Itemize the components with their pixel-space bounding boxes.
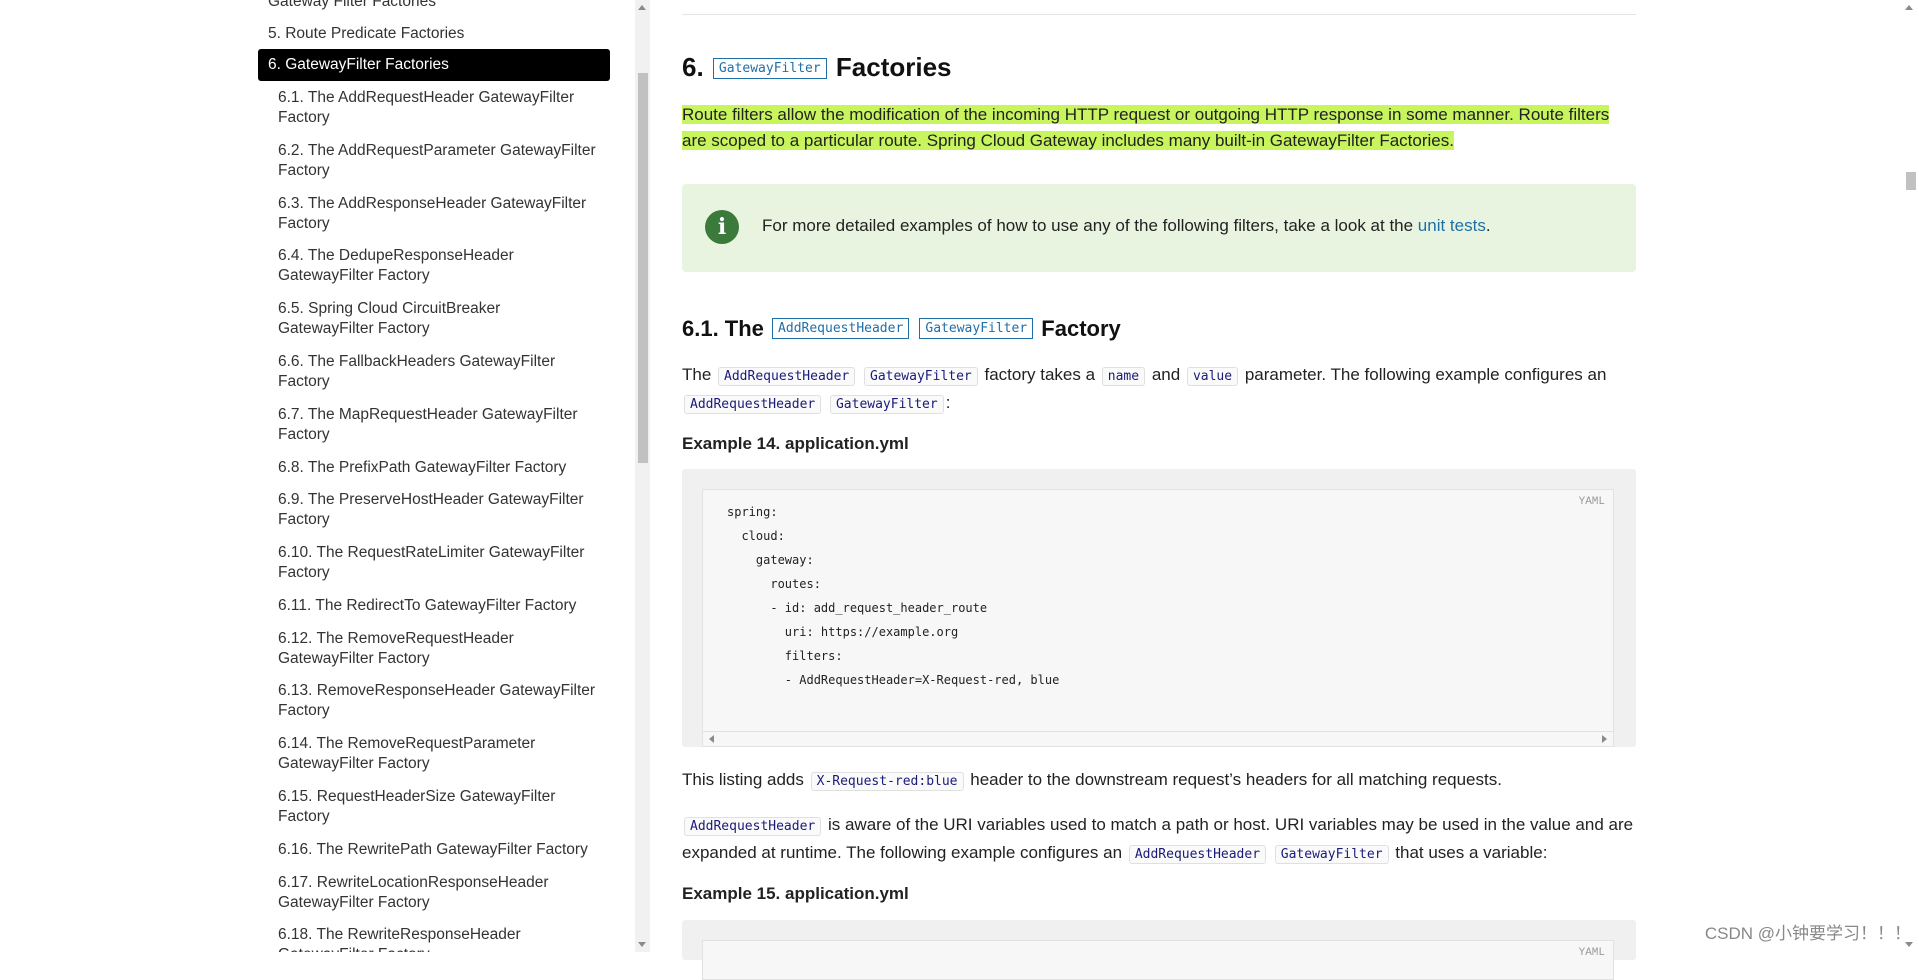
inline-code: GatewayFilter <box>919 318 1034 339</box>
toc-item[interactable]: 6.14. The RemoveRequestParameter Gateway… <box>278 734 600 774</box>
code-horizontal-scrollbar[interactable] <box>703 731 1613 746</box>
toc-item[interactable]: 6.11. The RedirectTo GatewayFilter Facto… <box>278 596 600 616</box>
toc-item[interactable]: 6.10. The RequestRateLimiter GatewayFilt… <box>278 543 600 583</box>
inline-code: value <box>1186 367 1239 386</box>
inline-code: GatewayFilter <box>864 367 978 386</box>
toc-item[interactable]: 6.2. The AddRequestParameter GatewayFilt… <box>278 141 600 181</box>
page-scrollbar-thumb[interactable] <box>1906 172 1916 190</box>
code-block: YAML <box>682 920 1636 980</box>
inline-code: AddRequestHeader <box>684 395 822 414</box>
toc-item[interactable]: 6.17. RewriteLocationResponseHeader Gate… <box>278 873 600 913</box>
inline-code: AddRequestHeader <box>1128 845 1267 864</box>
paragraph: This listing adds X-Request-red:blue hea… <box>682 770 1502 791</box>
scroll-down-arrow-icon[interactable] <box>638 942 646 947</box>
inline-code: AddRequestHeader <box>718 367 856 386</box>
code-line: gateway: <box>727 553 814 567</box>
language-label: YAML <box>1578 496 1605 508</box>
code-line: routes: <box>727 577 821 591</box>
inline-code: X-Request-red:blue <box>810 772 964 791</box>
toc-item[interactable]: Gateway Filter Factories <box>268 0 590 12</box>
divider <box>682 14 1636 15</box>
toc-item[interactable]: 6.18. The RewriteResponseHeader GatewayF… <box>278 925 600 952</box>
toc-item[interactable]: 6.9. The PreserveHostHeader GatewayFilte… <box>278 490 600 530</box>
toc-item[interactable]: 6.1. The AddRequestHeader GatewayFilter … <box>278 88 600 128</box>
watermark: CSDN @小钟要学习！！！ <box>1704 924 1911 943</box>
inline-code: AddRequestHeader <box>684 817 822 836</box>
toc-item[interactable]: 6.15. RequestHeaderSize GatewayFilter Fa… <box>278 787 600 827</box>
code-listing[interactable]: YAML <box>702 940 1614 980</box>
code-line: filters: <box>727 649 843 663</box>
inline-code: GatewayFilter <box>712 58 827 79</box>
table-of-contents: Gateway Filter Factories 5. Route Predic… <box>0 0 634 952</box>
code-listing[interactable]: YAML spring: cloud: gateway: routes: - i… <box>702 489 1614 747</box>
section-number: 6.1. The <box>682 316 764 341</box>
highlighted-text: Route filters allow the modification of … <box>682 105 1610 150</box>
toc-scrollbar[interactable] <box>635 0 650 952</box>
code-line: - id: add_request_header_route <box>727 601 988 615</box>
code-line: cloud: <box>727 529 785 543</box>
scroll-up-arrow-icon[interactable] <box>1905 5 1913 10</box>
scroll-left-arrow-icon[interactable] <box>709 735 714 743</box>
section-title: Factory <box>1041 316 1121 341</box>
toc-item[interactable]: 6.5. Spring Cloud CircuitBreaker Gateway… <box>278 299 600 339</box>
section-heading-6: 6. GatewayFilter Factories <box>682 52 952 83</box>
toc-item[interactable]: 6.4. The DedupeResponseHeader GatewayFil… <box>278 246 600 286</box>
code-block: YAML spring: cloud: gateway: routes: - i… <box>682 469 1636 747</box>
toc-item[interactable]: 6.8. The PrefixPath GatewayFilter Factor… <box>278 458 600 478</box>
code-line: - AddRequestHeader=X-Request-red, blue <box>727 673 1060 687</box>
info-icon: i <box>705 210 739 244</box>
code-line: uri: https://example.org <box>727 625 959 639</box>
language-label: YAML <box>1578 947 1605 959</box>
example-title: Example 15. application.yml <box>682 884 909 903</box>
toc-item[interactable]: 6.12. The RemoveRequestHeader GatewayFil… <box>278 629 600 669</box>
toc-item[interactable]: 6.7. The MapRequestHeader GatewayFilter … <box>278 405 600 445</box>
toc-item[interactable]: 6.16. The RewritePath GatewayFilter Fact… <box>278 840 600 860</box>
paragraph: The AddRequestHeader GatewayFilter facto… <box>682 365 1607 414</box>
example-title: Example 14. application.yml <box>682 434 909 453</box>
toc-item[interactable]: 6.3. The AddResponseHeader GatewayFilter… <box>278 194 600 234</box>
toc-scrollbar-thumb[interactable] <box>638 73 648 463</box>
section-title: Factories <box>835 52 952 82</box>
section-heading-6-1: 6.1. The AddRequestHeader GatewayFilter … <box>682 316 1121 342</box>
intro-paragraph: Route filters allow the modification of … <box>682 102 1636 154</box>
inline-code: GatewayFilter <box>829 395 944 414</box>
unit-tests-link[interactable]: unit tests <box>1418 216 1486 235</box>
inline-code: name <box>1101 367 1146 386</box>
page-scrollbar[interactable] <box>1902 0 1919 952</box>
inline-code: AddRequestHeader <box>772 318 910 339</box>
paragraph: AddRequestHeader is aware of the URI var… <box>682 815 1634 864</box>
admonition-text: For more detailed examples of how to use… <box>762 216 1491 235</box>
section-number: 6. <box>682 52 704 82</box>
toc-item[interactable]: 5. Route Predicate Factories <box>268 24 590 44</box>
scroll-right-arrow-icon[interactable] <box>1602 735 1607 743</box>
toc-item[interactable]: 6.6. The FallbackHeaders GatewayFilter F… <box>278 352 600 392</box>
code-line: spring: <box>727 505 778 519</box>
toc-item[interactable]: 6.13. RemoveResponseHeader GatewayFilter… <box>278 681 600 721</box>
scroll-up-arrow-icon[interactable] <box>638 5 646 10</box>
note-admonition: i For more detailed examples of how to u… <box>682 184 1636 272</box>
inline-code: GatewayFilter <box>1274 845 1389 864</box>
main-content: 6. GatewayFilter Factories Route filters… <box>682 0 1636 980</box>
toc-item-active[interactable]: 6. GatewayFilter Factories <box>258 49 610 81</box>
